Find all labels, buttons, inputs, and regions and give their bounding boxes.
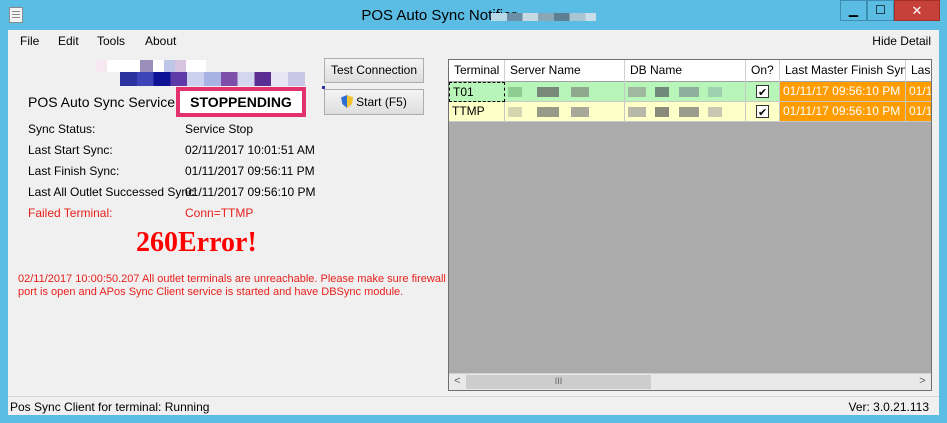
client-status-text: Pos Sync Client for terminal: Running xyxy=(10,400,210,414)
maximize-button[interactable]: ☐ xyxy=(867,0,894,21)
minimize-button[interactable]: ▁ xyxy=(840,0,867,21)
cell-db-name[interactable] xyxy=(625,82,746,102)
cell-last-master-finish-sync[interactable]: 01/11/17 09:56:10 PM xyxy=(780,102,906,122)
redacted-text xyxy=(508,87,522,97)
cell-terminal[interactable]: TTMP xyxy=(449,102,505,122)
uac-shield-icon xyxy=(341,95,354,108)
scroll-thumb[interactable]: III xyxy=(466,375,651,389)
redacted-text xyxy=(708,107,723,117)
cell-on[interactable] xyxy=(746,82,780,102)
last-all-outlet-label: Last All Outlet Successed Sync: xyxy=(28,185,198,199)
redacted-text xyxy=(655,107,670,117)
grid-header: Terminal Server Name DB Name On? Last Ma… xyxy=(449,60,931,82)
app-window: POS Auto Sync Notifier - ▁ ☐ ✕ File Edit… xyxy=(0,0,947,423)
menu-bar: File Edit Tools About Hide Detail xyxy=(8,30,939,52)
title-wrap: POS Auto Sync Notifier - xyxy=(0,7,947,24)
cell-db-name[interactable] xyxy=(625,102,746,122)
service-status-badge: STOPPENDING xyxy=(176,87,306,117)
redacted-text xyxy=(570,107,589,117)
on-checkbox[interactable] xyxy=(756,104,769,121)
redacted-text xyxy=(537,87,560,97)
failed-terminal-value: Conn=TTMP xyxy=(185,206,254,220)
cell-server-name[interactable] xyxy=(505,82,625,102)
test-connection-button[interactable]: Test Connection xyxy=(324,58,424,83)
col-header-last-master-finish-sync[interactable]: Last Master Finish Sync xyxy=(780,60,906,82)
start-button-label: Start (F5) xyxy=(356,95,407,109)
redacted-logo-bottom xyxy=(120,72,330,86)
cell-last[interactable]: 01/1 xyxy=(906,102,931,122)
col-header-db-name[interactable]: DB Name xyxy=(625,60,746,82)
redacted-text xyxy=(708,87,723,97)
client-area: File Edit Tools About Hide Detail Test C… xyxy=(8,30,939,415)
last-finish-sync-label: Last Finish Sync: xyxy=(28,164,120,178)
col-header-last[interactable]: Las xyxy=(906,60,931,82)
cell-server-name[interactable] xyxy=(505,102,625,122)
cell-terminal[interactable]: T01 xyxy=(449,82,505,102)
last-start-sync-label: Last Start Sync: xyxy=(28,143,113,157)
cell-on[interactable] xyxy=(746,102,780,122)
redacted-title-suffix xyxy=(491,13,596,21)
redacted-text xyxy=(655,87,670,97)
redacted-text xyxy=(508,107,522,117)
redacted-text xyxy=(678,107,699,117)
last-start-sync-value: 02/11/2017 10:01:51 AM xyxy=(185,143,315,157)
col-header-server-name[interactable]: Server Name xyxy=(505,60,625,82)
sync-status-label: Sync Status: xyxy=(28,122,96,136)
horizontal-scrollbar[interactable]: < III > xyxy=(449,373,931,390)
error-headline: 260Error! xyxy=(136,227,257,258)
on-checkbox[interactable] xyxy=(756,84,769,101)
scroll-right-arrow-icon[interactable]: > xyxy=(914,374,931,390)
cell-last-master-finish-sync[interactable]: 01/11/17 09:56:10 PM xyxy=(780,82,906,102)
version-text: Ver: 3.0.21.113 xyxy=(848,400,929,414)
redacted-logo-top xyxy=(96,60,206,72)
last-finish-sync-value: 01/11/2017 09:56:11 PM xyxy=(185,164,315,178)
redacted-text xyxy=(628,107,646,117)
menu-edit[interactable]: Edit xyxy=(58,34,79,48)
col-header-on[interactable]: On? xyxy=(746,60,780,82)
redacted-text xyxy=(537,107,560,117)
service-label: POS Auto Sync Service: xyxy=(28,94,179,110)
redacted-text xyxy=(570,87,589,97)
col-header-terminal[interactable]: Terminal xyxy=(449,60,505,82)
failed-terminal-label: Failed Terminal: xyxy=(28,206,113,220)
redacted-text xyxy=(678,87,699,97)
error-message: 02/11/2017 10:00:50.207 All outlet termi… xyxy=(18,273,446,298)
start-button[interactable]: Start (F5) xyxy=(324,89,424,115)
sync-status-value: Service Stop xyxy=(185,122,254,136)
terminal-grid[interactable]: Terminal Server Name DB Name On? Last Ma… xyxy=(448,59,932,391)
scroll-left-arrow-icon[interactable]: < xyxy=(449,374,466,390)
menu-file[interactable]: File xyxy=(20,34,39,48)
table-row[interactable]: TTMP 01/11/17 09:56:10 PM 01/1 xyxy=(449,102,931,122)
cell-last[interactable]: 01/1 xyxy=(906,82,931,102)
last-all-outlet-value: 01/11/2017 09:56:10 PM xyxy=(185,185,316,199)
table-row[interactable]: T01 01/11/17 09:56:10 PM 01/1 xyxy=(449,82,931,102)
close-button[interactable]: ✕ xyxy=(894,0,940,21)
redacted-text xyxy=(628,87,646,97)
menu-tools[interactable]: Tools xyxy=(97,34,125,48)
status-bar: Pos Sync Client for terminal: Running Ve… xyxy=(8,396,939,415)
hide-detail-link[interactable]: Hide Detail xyxy=(872,34,931,48)
title-bar[interactable]: POS Auto Sync Notifier - ▁ ☐ ✕ xyxy=(0,0,947,30)
menu-about[interactable]: About xyxy=(145,34,176,48)
